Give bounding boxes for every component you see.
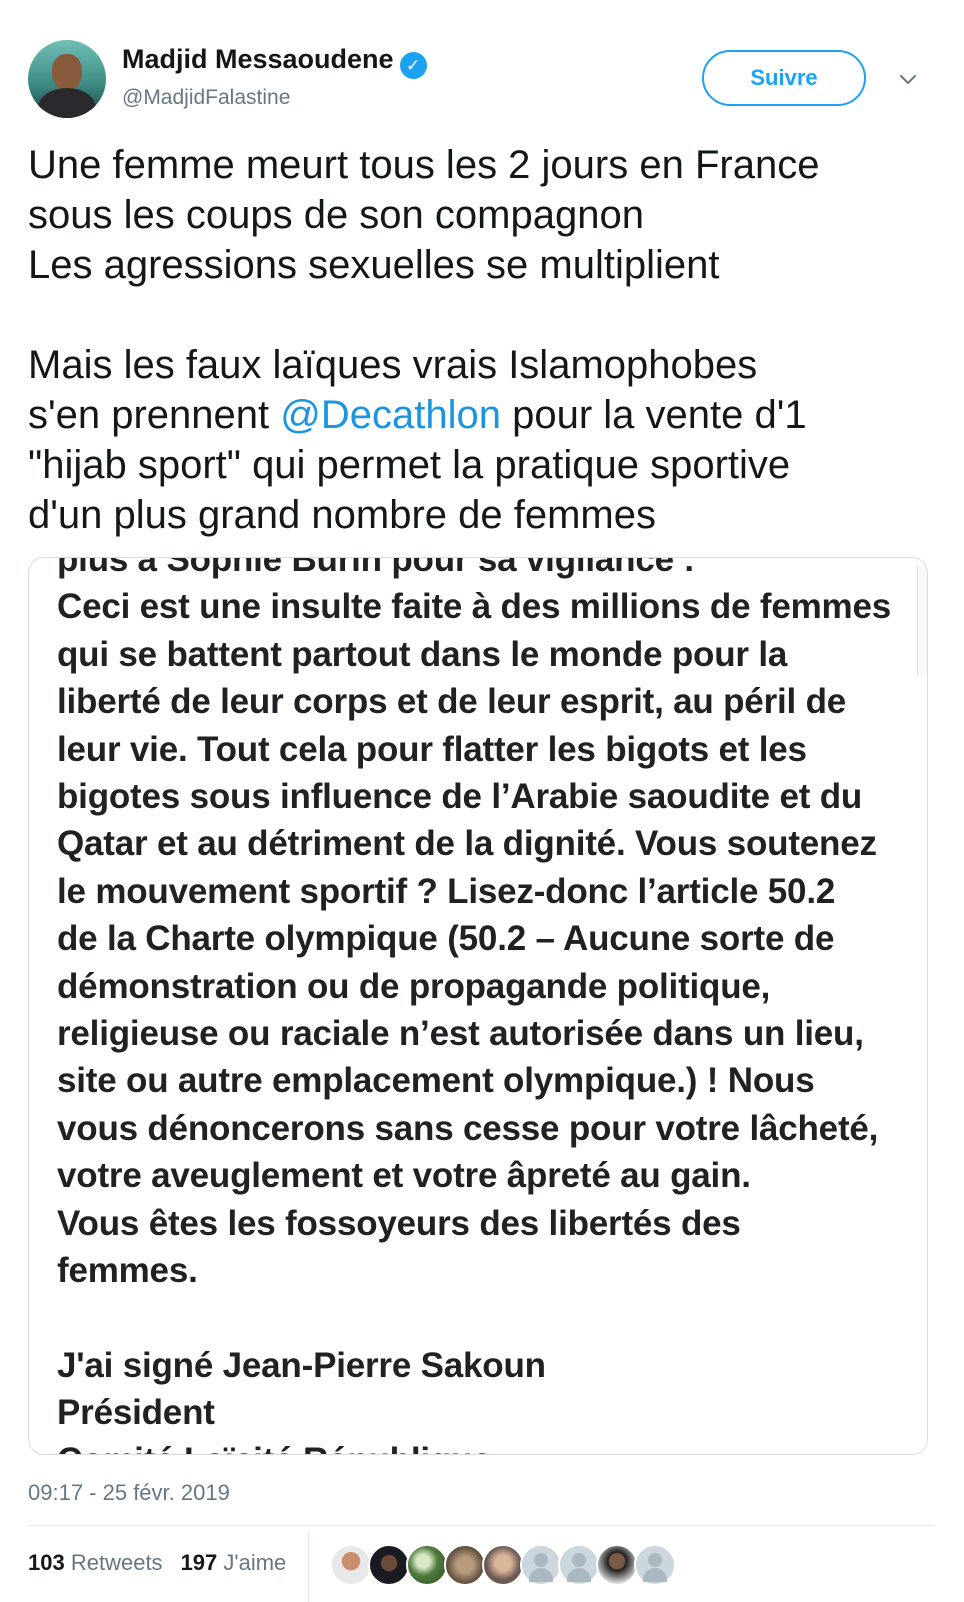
tweet-text-fragment: pour la vente d'1 xyxy=(501,393,807,437)
media-line: qui se battent partout dans le monde pou… xyxy=(57,634,788,674)
media-line: liberté de leur corps et de leur esprit,… xyxy=(57,682,847,722)
liker-avatar-3[interactable] xyxy=(406,1544,448,1586)
media-line: femmes. xyxy=(57,1251,198,1291)
media-line: vous dénoncerons sans cesse pour votre l… xyxy=(57,1108,879,1148)
divider xyxy=(28,1525,934,1526)
likes-stat[interactable]: 197 J'aime xyxy=(181,1550,287,1575)
liker-avatar-9[interactable] xyxy=(634,1544,676,1586)
liker-avatar-5[interactable] xyxy=(482,1544,524,1586)
follow-button[interactable]: Suivre xyxy=(702,50,866,106)
media-line: religieuse ou raciale n’est autorisée da… xyxy=(57,1014,864,1054)
media-line: démonstration ou de propagande politique… xyxy=(57,966,771,1006)
liker-avatar-8[interactable] xyxy=(596,1544,638,1586)
verified-badge-icon: ✓ xyxy=(399,52,427,79)
liker-avatar-6[interactable] xyxy=(520,1544,562,1586)
liker-avatar-7[interactable] xyxy=(558,1544,600,1586)
media-line: bigotes sous influence de l’Arabie saoud… xyxy=(57,777,863,817)
media-line: plus à Sophie Burin pour sa vigilance : xyxy=(57,557,695,579)
tweet-line: s'en prennent @Decathlon pour la vente d… xyxy=(28,390,948,440)
tweet-text-fragment: s'en prennent xyxy=(28,393,281,437)
tweet-line: d'un plus grand nombre de femmes xyxy=(28,493,656,537)
retweets-stat[interactable]: 103 Retweets xyxy=(28,1550,163,1575)
media-signature-line: Comité Laïcité République xyxy=(57,1437,907,1454)
avatar-body-shape xyxy=(38,88,96,118)
media-line: Vous êtes les fossoyeurs des libertés de… xyxy=(57,1203,741,1243)
retweets-count: 103 xyxy=(28,1550,65,1575)
media-line: le mouvement sportif ? Lisez-donc l’arti… xyxy=(57,871,836,911)
liker-avatar-4[interactable] xyxy=(444,1544,486,1586)
tweet-text: Une femme meurt tous les 2 jours en Fran… xyxy=(28,140,948,540)
author-name-row[interactable]: Madjid Messaoudene ✓ xyxy=(122,44,427,79)
author-name[interactable]: Madjid Messaoudene xyxy=(122,44,394,74)
media-signature-line: J'ai signé Jean-Pierre Sakoun xyxy=(57,1345,546,1385)
tweet-line: sous les coups de son compagnon xyxy=(28,193,644,237)
mention-link[interactable]: @Decathlon xyxy=(280,393,501,437)
media-line: leur vie. Tout cela pour flatter les big… xyxy=(57,729,807,769)
media-signature-line: Président xyxy=(57,1393,215,1433)
media-scrollbar[interactable] xyxy=(917,566,927,676)
media-line: site ou autre emplacement olympique.) ! … xyxy=(57,1061,815,1101)
tweet-line: Les agressions sexuelles se multiplient xyxy=(28,243,720,287)
chevron-down-icon[interactable] xyxy=(899,70,917,88)
likes-count: 197 xyxy=(180,1550,218,1575)
likes-label: J'aime xyxy=(223,1550,287,1575)
liker-avatar-2[interactable] xyxy=(368,1544,410,1586)
tweet-media-image[interactable]: plus à Sophie Burin pour sa vigilance : … xyxy=(28,557,928,1455)
tweet-line: "hijab sport" qui permet la pratique spo… xyxy=(28,443,791,487)
author-avatar[interactable] xyxy=(28,40,106,118)
tweet-line: Mais les faux laïques vrais Islamophobes xyxy=(28,343,758,387)
stats-separator xyxy=(308,1530,309,1602)
media-line: de la Charte olympique (50.2 – Aucune so… xyxy=(57,919,835,959)
author-handle[interactable]: @MadjidFalastine xyxy=(122,86,290,110)
tweet-stats: 103 Retweets 197 J'aime xyxy=(28,1550,286,1576)
media-line: votre aveuglement et votre âpreté au gai… xyxy=(57,1156,751,1196)
tweet-line: Une femme meurt tous les 2 jours en Fran… xyxy=(28,143,820,187)
tweet-timestamp[interactable]: 09:17 - 25 févr. 2019 xyxy=(28,1480,230,1506)
avatar-head-shape xyxy=(52,54,82,90)
media-line: Ceci est une insulte faite à des million… xyxy=(57,587,891,627)
retweets-label: Retweets xyxy=(70,1550,163,1575)
liker-avatar-1[interactable] xyxy=(330,1544,372,1586)
media-blank-line xyxy=(57,1295,907,1342)
media-line: Qatar et au détriment de la dignité. Vou… xyxy=(57,824,877,864)
media-text: plus à Sophie Burin pour sa vigilance : … xyxy=(57,557,907,1454)
